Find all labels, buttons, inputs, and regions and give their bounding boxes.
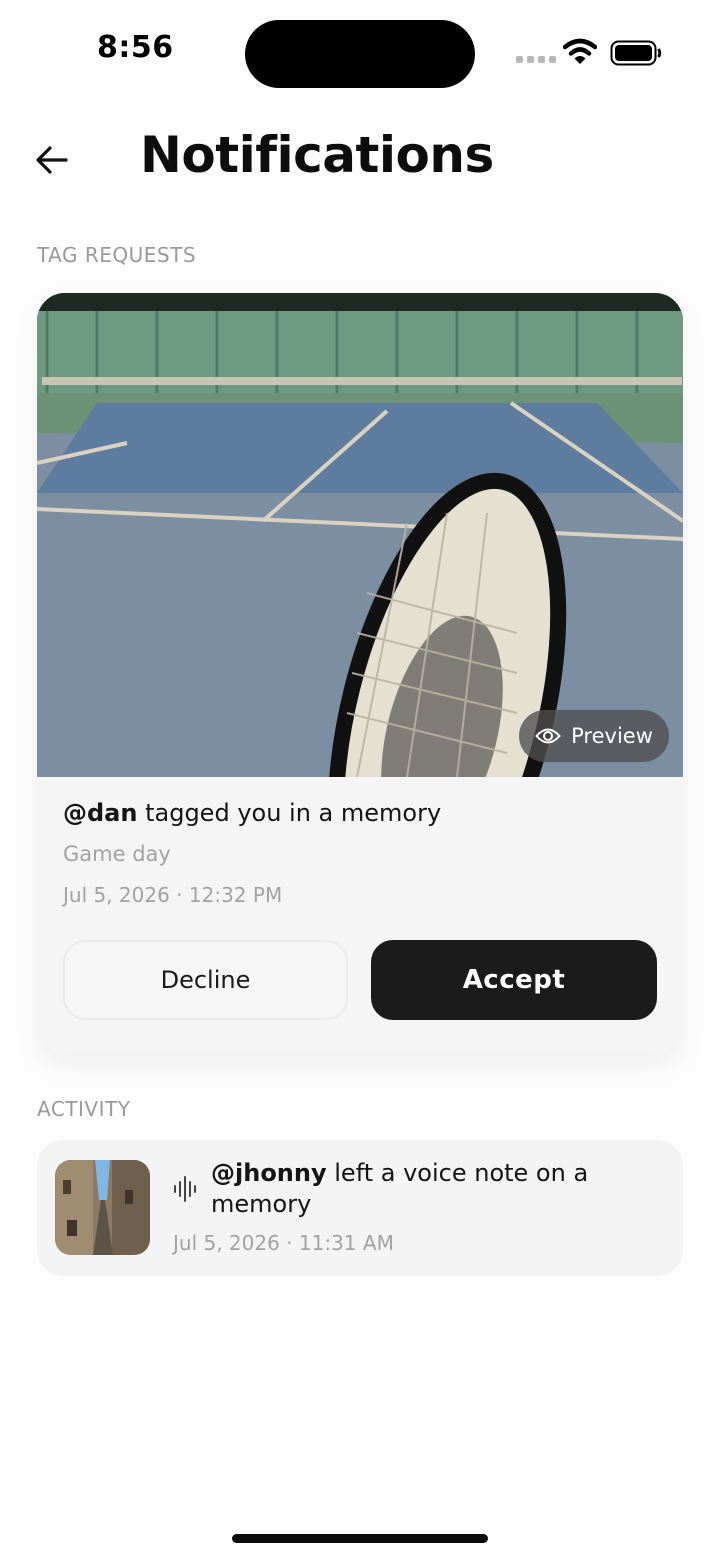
activity-timestamp: Jul 5, 2026 · 11:31 AM — [173, 1231, 394, 1255]
accept-label: Accept — [462, 965, 566, 995]
eye-icon — [535, 728, 561, 744]
cellular-signal-icon — [516, 56, 556, 63]
wifi-icon — [563, 38, 597, 64]
home-indicator[interactable] — [232, 1534, 488, 1543]
decline-label: Decline — [160, 966, 251, 994]
tag-request-card: Preview @dan tagged you in a memory Game… — [37, 293, 683, 1053]
activity-item[interactable]: @jhonny left a voice note on a memory Ju… — [37, 1140, 683, 1276]
tag-request-username: @dan — [63, 799, 138, 827]
memory-photo[interactable] — [37, 293, 683, 777]
arrow-left-icon — [36, 146, 68, 174]
dynamic-island — [245, 20, 475, 88]
memory-thumbnail[interactable] — [55, 1160, 150, 1255]
tag-request-timestamp: Jul 5, 2026 · 12:32 PM — [63, 883, 283, 907]
memory-caption: Game day — [63, 842, 171, 866]
back-button[interactable] — [30, 138, 74, 182]
voice-waveform-icon — [174, 1176, 196, 1202]
tag-request-text: tagged you in a memory — [137, 799, 442, 827]
tag-request-message: @dan tagged you in a memory — [63, 799, 441, 827]
section-label-tag-requests: TAG REQUESTS — [37, 243, 197, 267]
page-title: Notifications — [140, 126, 494, 184]
battery-icon — [610, 40, 662, 66]
accept-button[interactable]: Accept — [371, 940, 657, 1020]
activity-message: @jhonny left a voice note on a memory — [211, 1158, 631, 1220]
decline-button[interactable]: Decline — [63, 940, 348, 1020]
activity-username: @jhonny — [211, 1159, 327, 1187]
section-label-activity: ACTIVITY — [37, 1097, 131, 1121]
preview-button[interactable]: Preview — [519, 710, 669, 762]
status-time: 8:56 — [97, 30, 174, 65]
preview-label: Preview — [571, 724, 653, 748]
